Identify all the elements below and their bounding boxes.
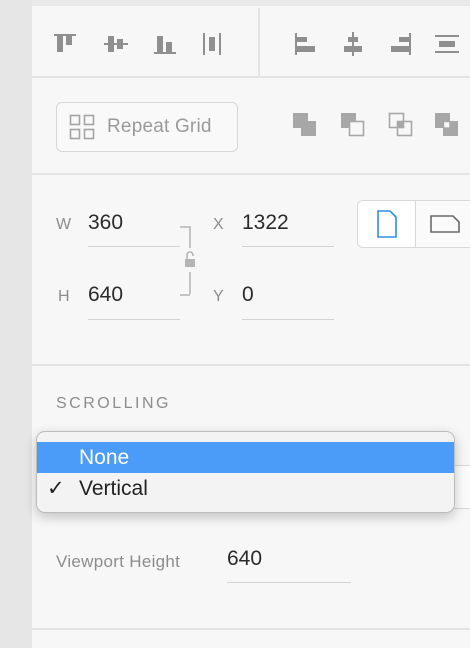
- align-center-horizontal-icon: [344, 32, 362, 56]
- menu-item-label: None: [79, 445, 130, 469]
- align-right-button[interactable]: [386, 28, 416, 60]
- align-center-horizontal-button[interactable]: [338, 28, 368, 60]
- height-input[interactable]: 640: [88, 283, 123, 307]
- checkmark-icon: ✓: [47, 476, 65, 500]
- distribute-vertical-icon: [435, 35, 459, 53]
- align-bottom-icon: [154, 36, 176, 54]
- repeat-grid-label: Repeat Grid: [107, 116, 212, 137]
- landscape-page-icon: [430, 215, 460, 233]
- align-middle-vertical-button[interactable]: [101, 28, 131, 60]
- align-bottom-button[interactable]: [150, 28, 180, 60]
- align-left-button[interactable]: [290, 28, 320, 60]
- viewport-height-label: Viewport Height: [56, 552, 181, 571]
- align-top-button[interactable]: [50, 28, 80, 60]
- distribute-horizontal-icon: [203, 33, 221, 55]
- y-input[interactable]: 0: [242, 283, 254, 307]
- toolbar-divider: [258, 8, 260, 76]
- boolean-intersect-icon: [388, 112, 413, 137]
- repeat-grid-icon: [69, 114, 95, 140]
- scrolling-dropdown-menu: None ✓ Vertical: [36, 431, 455, 513]
- menu-item-label: Vertical: [79, 476, 148, 500]
- boolean-exclude-button[interactable]: [430, 108, 464, 142]
- menu-item-vertical[interactable]: ✓ Vertical: [37, 473, 454, 504]
- boolean-intersect-button[interactable]: [384, 108, 418, 142]
- viewport-height-underline: [227, 582, 351, 583]
- y-input-underline: [242, 319, 334, 320]
- portrait-page-icon: [376, 210, 397, 238]
- lock-bracket: [189, 272, 191, 294]
- boolean-add-button[interactable]: [288, 108, 322, 142]
- top-strip: [32, 0, 470, 6]
- menu-item-none[interactable]: None: [37, 442, 454, 473]
- section-divider: [32, 173, 470, 175]
- width-label: W: [56, 216, 73, 233]
- width-input[interactable]: 360: [88, 211, 123, 235]
- align-left-icon: [295, 33, 315, 55]
- lock-bracket: [189, 226, 191, 248]
- distribute-vertical-button[interactable]: [432, 28, 462, 60]
- width-input-underline: [88, 246, 180, 247]
- x-label: X: [213, 216, 225, 233]
- repeat-grid-button[interactable]: Repeat Grid: [56, 102, 238, 152]
- x-input[interactable]: 1322: [242, 211, 289, 235]
- y-label: Y: [213, 288, 225, 305]
- landscape-button[interactable]: [416, 201, 470, 247]
- align-top-icon: [54, 34, 76, 52]
- viewport-height-input[interactable]: 640: [227, 547, 262, 571]
- distribute-horizontal-button[interactable]: [197, 28, 227, 60]
- align-middle-vertical-icon: [104, 36, 128, 52]
- boolean-subtract-button[interactable]: [336, 108, 370, 142]
- height-input-underline: [88, 319, 180, 320]
- boolean-add-icon: [293, 113, 316, 136]
- section-divider: [32, 76, 470, 78]
- property-inspector: Repeat Grid W 360 H 640 X 1322 Y 0 SCROL…: [32, 0, 470, 648]
- scrolling-section-title: SCROLLING: [56, 395, 171, 412]
- boolean-exclude-icon: [435, 113, 458, 136]
- x-input-underline: [242, 246, 334, 247]
- section-divider: [32, 628, 470, 630]
- lock-bracket: [180, 294, 190, 296]
- boolean-subtract-icon: [341, 113, 365, 137]
- unlock-icon[interactable]: [183, 250, 197, 270]
- orientation-toggle: [357, 200, 470, 248]
- align-right-icon: [391, 33, 411, 55]
- height-label: H: [58, 288, 71, 305]
- portrait-button[interactable]: [358, 201, 416, 247]
- section-divider: [32, 364, 470, 366]
